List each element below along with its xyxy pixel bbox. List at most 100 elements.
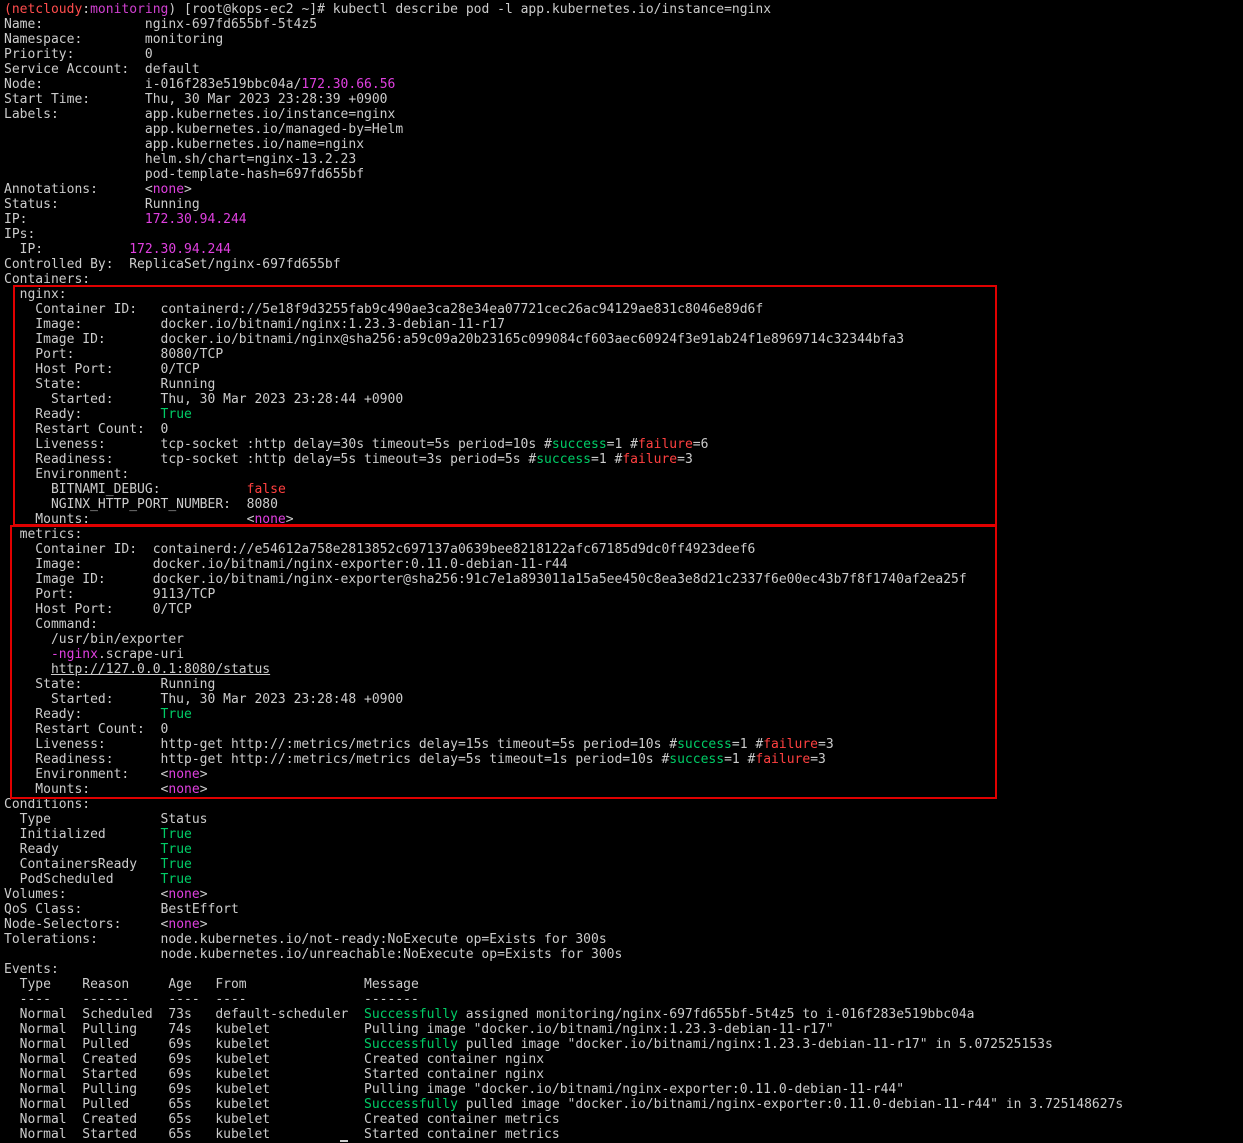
output-segment: Normal Created 69s kubelet Created conta… [4,1052,545,1067]
output-segment: Normal Scheduled 73s default-scheduler [4,1007,365,1022]
output-line: Priority: 0 [4,47,153,62]
output-segment: True [160,872,192,887]
output-segment: none [152,182,185,197]
output-segment: Successfully [364,1037,458,1052]
output-segment: assigned monitoring/nginx-697fd655bf-5t4… [457,1007,975,1022]
output-segment: Events: [4,962,59,977]
prompt-user: netcloudy [11,2,83,17]
output-line: Namespace: monitoring [4,32,223,47]
output-segment: Status: Running [4,197,200,212]
output-line: Events: [4,962,59,977]
command-text: kubectl describe pod -l app.kubernetes.i… [332,2,772,17]
output-line: ContainersReady True [4,857,192,872]
output-segment: none [168,917,200,932]
output-line: PodScheduled True [4,872,192,887]
output-segment: Successfully [364,1097,458,1112]
output-segment: > [184,182,192,197]
output-segment: pulled image "docker.io/bitnami/nginx:1.… [457,1037,1053,1052]
prompt-context: monitoring [90,2,169,17]
output-line: Normal Pulling 69s kubelet Pulling image… [4,1082,904,1097]
output-segment: Priority: 0 [4,47,153,62]
output-segment: Annotations: < [4,182,153,197]
output-segment: 172.30.94.244 [144,212,247,227]
output-segment: Service Account: default [4,62,200,77]
output-segment: Controlled By: ReplicaSet/nginx-697fd655… [4,257,341,272]
output-line: Node-Selectors: <none> [4,917,208,932]
output-segment: Normal Created 65s kubelet Created conta… [4,1112,560,1127]
output-line: Normal Pulling 74s kubelet Pulling image… [4,1022,834,1037]
output-segment: Normal Pulled 65s kubelet [4,1097,365,1112]
output-line: Annotations: <none> [4,182,192,197]
output-segment: Name: nginx-697fd655bf-5t4z5 [4,17,318,32]
output-segment: app.kubernetes.io/name=nginx [4,137,365,152]
output-line: Normal Pulled 65s kubelet Successfully p… [4,1097,1124,1112]
output-line: Normal Started 65s kubelet Started conta… [4,1127,560,1142]
output-line: Node: i-016f283e519bbc04a/172.30.66.56 [4,77,395,92]
output-segment: Initialized [4,827,161,842]
output-segment: Node-Selectors: < [4,917,169,932]
output-line: Type Status [4,812,208,827]
prompt-open-paren: ( [4,2,12,17]
output-segment: True [160,842,192,857]
output-segment: Normal Started 69s kubelet Started conta… [4,1067,545,1082]
output-segment: pod-template-hash=697fd655bf [4,167,365,182]
output-line: Normal Created 69s kubelet Created conta… [4,1052,544,1067]
output-segment: Type Status [4,812,208,827]
output-segment: Namespace: monitoring [4,32,224,47]
output-line: Normal Scheduled 73s default-scheduler S… [4,1007,975,1022]
output-segment: 172.30.94.244 [129,242,231,257]
output-segment: Normal Pulled 69s kubelet [4,1037,365,1052]
output-line: ---- ------ ---- ---- ------- [4,992,419,1007]
metrics-container-highlight-box [10,525,997,799]
output-line: IP: 172.30.94.244 [4,212,247,227]
output-segment: Ready [4,842,161,857]
output-line: Initialized True [4,827,192,842]
output-segment: IP: [4,212,145,227]
output-segment: app.kubernetes.io/managed-by=Helm [4,122,404,137]
terminal-cursor [340,1140,348,1142]
output-segment: node.kubernetes.io/unreachable:NoExecute… [4,947,623,962]
output-line: Type Reason Age From Message [4,977,419,992]
output-segment: Normal Pulling 74s kubelet Pulling image… [4,1022,834,1037]
output-segment: Volumes: < [4,887,169,902]
output-segment: none [168,887,200,902]
output-line: Controlled By: ReplicaSet/nginx-697fd655… [4,257,341,272]
output-line: Volumes: <none> [4,887,208,902]
output-segment: Successfully [364,1007,458,1022]
output-segment: IP: [4,242,130,257]
output-segment: 172.30.66.56 [301,77,396,92]
output-line: Tolerations: node.kubernetes.io/not-read… [4,932,607,947]
output-segment: True [160,827,192,842]
output-segment: Start Time: Thu, 30 Mar 2023 23:28:39 +0… [4,92,388,107]
output-line: Normal Pulled 69s kubelet Successfully p… [4,1037,1053,1052]
output-line: pod-template-hash=697fd655bf [4,167,364,182]
output-line: IPs: [4,227,35,242]
output-line: helm.sh/chart=nginx-13.2.23 [4,152,356,167]
output-line: Service Account: default [4,62,200,77]
output-segment: ---- ------ ---- ---- ------- [4,992,419,1007]
output-line: Ready True [4,842,192,857]
output-segment: Node: i-016f283e519bbc04a/ [4,77,302,92]
terminal-window[interactable]: (netcloudy:monitoring) [root@kops-ec2 ~]… [0,0,1243,1143]
output-segment: PodScheduled [4,872,161,887]
output-segment: pulled image "docker.io/bitnami/nginx-ex… [457,1097,1124,1112]
nginx-container-highlight-box [13,285,997,526]
output-line: Normal Created 65s kubelet Created conta… [4,1112,560,1127]
output-line: node.kubernetes.io/unreachable:NoExecute… [4,947,623,962]
output-line: app.kubernetes.io/name=nginx [4,137,364,152]
output-segment: Type Reason Age From Message [4,977,419,992]
output-segment: Normal Started 65s kubelet Started conta… [4,1127,560,1142]
output-segment: Normal Pulling 69s kubelet Pulling image… [4,1082,905,1097]
output-segment: QoS Class: BestEffort [4,902,239,917]
output-line: IP: 172.30.94.244 [4,242,231,257]
output-segment: > [199,887,208,902]
output-line: app.kubernetes.io/managed-by=Helm [4,122,403,137]
output-segment: Tolerations: node.kubernetes.io/not-read… [4,932,607,947]
prompt-colon: : [82,2,91,17]
output-segment: > [199,917,208,932]
output-line: Conditions: [4,797,90,812]
output-segment: Conditions: [4,797,91,812]
output-segment: IPs: [4,227,36,242]
output-segment: True [160,857,192,872]
prompt-line: (netcloudy:monitoring) [root@kops-ec2 ~]… [4,2,771,17]
